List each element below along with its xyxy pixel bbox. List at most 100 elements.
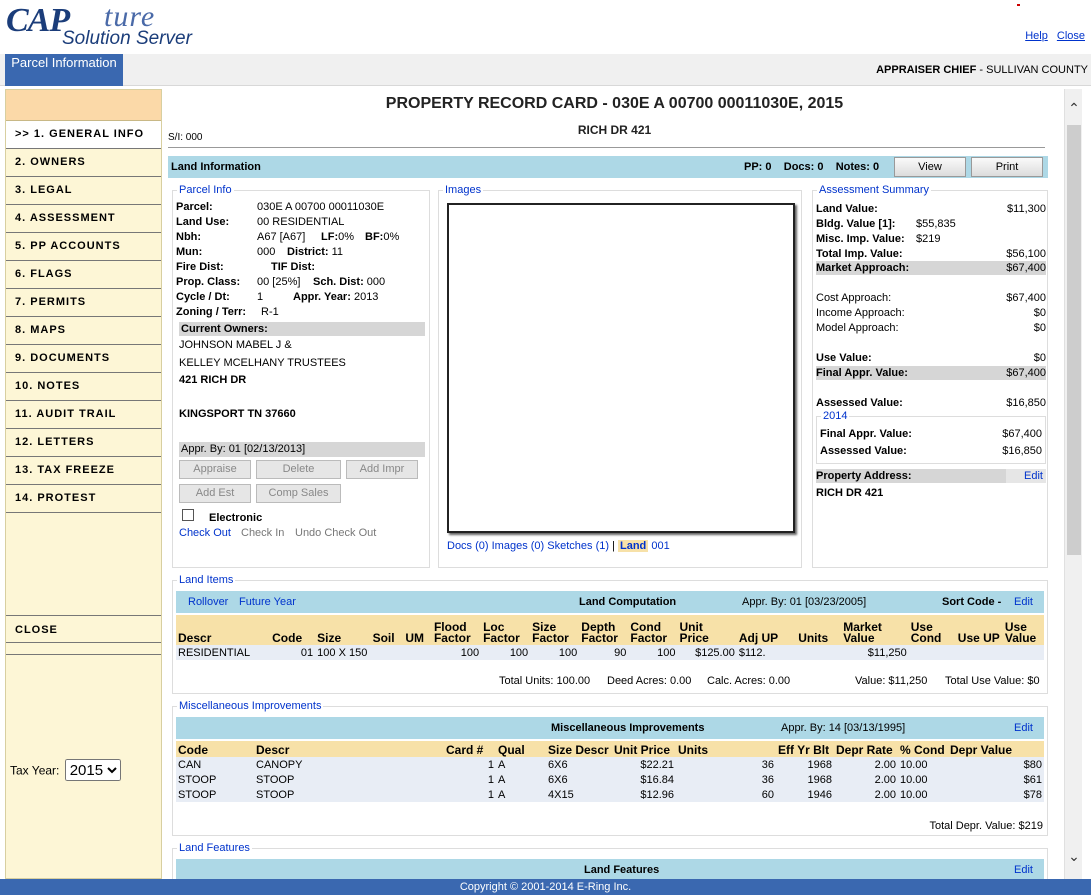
table-row[interactable]: RESIDENTIAL 01 100 X 150 100 100 100 90 100 $125… <box>176 645 1044 660</box>
misc-improvements-body: CAN CANOPY 1 A 6X6 $22.21 36 1968 2.00 10.00 $80 ST… <box>176 757 1044 802</box>
sidebar-divider <box>6 643 161 655</box>
land-computation-bar: Rollover Future Year Land Computation Ap… <box>176 591 1044 613</box>
use-value-row: Use Value: $0 <box>816 351 1046 365</box>
assessed-value-label: Assessed Value: <box>816 397 903 409</box>
check-out-link[interactable]: Check Out <box>179 527 231 539</box>
land-features-edit-link[interactable]: Edit <box>1014 864 1033 876</box>
sidebar-item-owners[interactable]: 2. OWNERS <box>6 149 161 177</box>
docs-link[interactable]: Docs (0) <box>447 540 489 552</box>
table-cell: CAN <box>176 757 254 772</box>
sidebar-item-permits[interactable]: 7. PERMITS <box>6 289 161 317</box>
misc-edit-link[interactable]: Edit <box>1014 722 1033 734</box>
sidebar-item-maps[interactable]: 8. MAPS <box>6 317 161 345</box>
table-cell: A <box>496 757 546 772</box>
market-approach-row: Market Approach: $67,400 <box>816 261 1046 275</box>
scrollbar-thumb[interactable] <box>1067 125 1081 555</box>
sidebar-item-pp-accounts[interactable]: 5. PP ACCOUNTS <box>6 233 161 261</box>
close-link[interactable]: Close <box>1057 30 1085 42</box>
sidebar-item-letters[interactable]: 12. LETTERS <box>6 429 161 457</box>
land-edit-link[interactable]: Edit <box>1014 596 1033 608</box>
property-address-row: Property Address: Edit <box>816 469 1046 483</box>
table-cell: $61 <box>948 772 1044 787</box>
table-cell: 01 <box>270 645 316 660</box>
sidebar-item-assessment[interactable]: 4. ASSESSMENT <box>6 205 161 233</box>
table-row[interactable]: STOOP STOOP 1 A 6X6 $16.84 36 1968 2.00 10.00 $61 <box>176 772 1044 787</box>
sidebar-item-general-info[interactable]: >> 1. GENERAL INFO <box>6 121 161 149</box>
sidebar-item-documents[interactable]: 9. DOCUMENTS <box>6 345 161 373</box>
prior-final-row: Final Appr. Value: $67,400 <box>820 427 1042 441</box>
land-col-header: Loc Factor <box>481 615 531 645</box>
tax-year-control: Tax Year: 2015 <box>10 759 121 781</box>
table-cell: 100 <box>431 645 482 660</box>
income-approach-row: Income Approach: $0 <box>816 306 1046 320</box>
sketch-image-box[interactable] <box>447 203 795 533</box>
sidebar-item-tax-freeze[interactable]: 13. TAX FREEZE <box>6 457 161 485</box>
sidebar-item-legal[interactable]: 3. LEGAL <box>6 177 161 205</box>
table-cell: $112. <box>736 645 797 660</box>
future-year-link[interactable]: Future Year <box>239 596 296 608</box>
table-cell: CANOPY <box>254 757 444 772</box>
add-impr-button[interactable]: Add Impr <box>346 460 418 479</box>
delete-button[interactable]: Delete <box>256 460 341 479</box>
table-cell: 100 <box>530 645 580 660</box>
property-address-edit[interactable]: Edit <box>1006 469 1046 483</box>
land-value-total: Value: $11,250 <box>855 675 928 687</box>
print-button[interactable]: Print <box>971 157 1043 177</box>
electronic-checkbox[interactable] <box>182 509 194 521</box>
misc-improvements-bar: Miscellaneous Improvements Appr. By: 14 … <box>176 717 1044 739</box>
land-appr-by: Appr. By: 01 [03/23/2005] <box>742 596 867 608</box>
total-depr-value: Total Depr. Value: $219 <box>929 820 1043 832</box>
check-in-link[interactable]: Check In <box>241 527 284 539</box>
sketches-link[interactable]: Sketches (1) <box>547 540 609 552</box>
land-col-header: Adj UP <box>736 615 797 645</box>
sidebar-item-notes[interactable]: 10. NOTES <box>6 373 161 401</box>
page-title: PROPERTY RECORD CARD - 030E A 00700 0001… <box>385 95 844 112</box>
help-link[interactable]: Help <box>1025 30 1048 42</box>
images-link[interactable]: Images (0) <box>492 540 545 552</box>
misc-col-header: Qual <box>496 741 546 757</box>
table-cell: 36 <box>676 772 776 787</box>
table-cell: 1946 <box>776 787 834 802</box>
mun-value: 000 <box>257 246 276 258</box>
undo-check-out-link[interactable]: Undo Check Out <box>295 527 376 539</box>
table-row[interactable]: CAN CANOPY 1 A 6X6 $22.21 36 1968 2.00 10.00 $80 <box>176 757 1044 772</box>
land-link[interactable]: Land <box>618 540 649 552</box>
sort-code-label: Sort Code - <box>942 596 1002 608</box>
sidebar-item-flags[interactable]: 6. FLAGS <box>6 261 161 289</box>
appraised-by: Appr. By: 01 [02/13/2013] <box>179 442 425 457</box>
tab-parcel-information[interactable]: Parcel Information <box>5 54 123 86</box>
scroll-up-icon[interactable]: ⌃ <box>1065 99 1083 117</box>
sidebar-item-protest[interactable]: 14. PROTEST <box>6 485 161 513</box>
rollover-link[interactable]: Rollover <box>188 596 228 608</box>
scroll-down-icon[interactable]: ⌄ <box>1065 847 1083 865</box>
add-est-button[interactable]: Add Est <box>179 484 251 503</box>
table-cell: $11,250 <box>841 645 909 660</box>
tax-year-select[interactable]: 2015 <box>64 759 121 781</box>
sidebar-close-button[interactable]: CLOSE <box>6 615 161 643</box>
parcel-info-panel: Parcel Info Parcel: 030E A 00700 0001103… <box>172 184 430 568</box>
appraise-button[interactable]: Appraise <box>179 460 251 479</box>
table-cell: 10.00 <box>898 787 948 802</box>
table-cell: 4X15 <box>546 787 612 802</box>
land-features-bar: Land Features Edit <box>176 859 1044 879</box>
view-button[interactable]: View <box>894 157 966 177</box>
land-col-header: Depth Factor <box>579 615 629 645</box>
misc-col-header: % Cond <box>898 741 948 757</box>
vertical-scrollbar[interactable]: ⌃ ⌄ <box>1064 89 1082 879</box>
land-col-header: Code <box>270 615 316 645</box>
table-cell: A <box>496 772 546 787</box>
record-counts: PP: 0 Docs: 0 Notes: 0 <box>744 161 879 173</box>
misc-appr-by: Appr. By: 14 [03/13/1995] <box>781 722 906 734</box>
header-links: Help Close <box>1019 30 1085 42</box>
land-value-row: Land Value: $11,300 <box>816 202 1046 216</box>
table-row[interactable]: STOOP STOOP 1 A 4X15 $12.96 60 1946 2.00 10.00 $78 <box>176 787 1044 802</box>
misc-improvements-legend: Miscellaneous Improvements <box>177 700 324 712</box>
prior-year-box: 2014 Final Appr. Value: $67,400 Assessed … <box>816 410 1046 464</box>
bldg-value-label: Bldg. Value [1]: <box>816 218 896 230</box>
land-computation-title: Land Computation <box>579 596 677 608</box>
land-value: $11,300 <box>1007 203 1046 215</box>
comp-sales-button[interactable]: Comp Sales <box>256 484 341 503</box>
zoning-value: R-1 <box>261 306 279 318</box>
land-value-label: Land Value: <box>816 203 878 215</box>
sidebar-item-audit-trail[interactable]: 11. AUDIT TRAIL <box>6 401 161 429</box>
